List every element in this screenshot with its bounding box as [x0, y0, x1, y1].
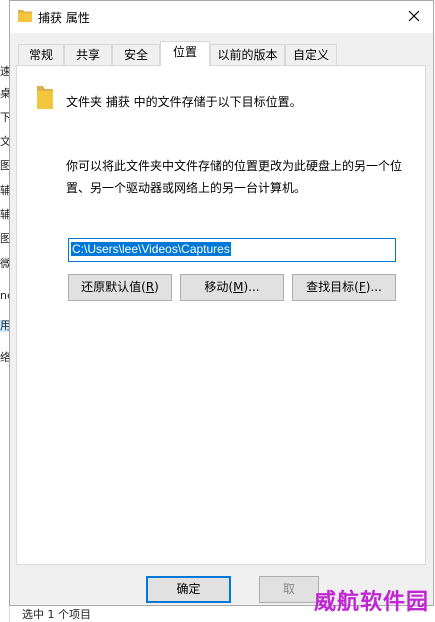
tab-security[interactable]: 安全: [112, 44, 160, 65]
close-icon: [408, 10, 420, 22]
folder-icon: [18, 9, 32, 25]
location-explanation: 你可以将此文件夹中文件存储的位置更改为此硬盘上的另一个位置、另一个驱动器或网络上…: [66, 159, 403, 195]
find-target-label: 查找目标: [306, 280, 355, 294]
folder-icon: [35, 84, 55, 113]
properties-dialog: 捕获 属性 常规 共享 安全 位置 以前的版本 自定义 文件夹 捕获 中的文件存…: [9, 0, 434, 606]
cancel-button[interactable]: 取: [259, 576, 319, 603]
location-path-input[interactable]: C:\Users\lee\Videos\Captures: [68, 238, 396, 262]
tab-location[interactable]: 位置: [160, 41, 210, 66]
move-key: M: [233, 280, 244, 294]
close-button[interactable]: [403, 5, 425, 27]
explorer-status-text: 选中 1 个项目: [22, 608, 91, 621]
restore-default-key: R: [145, 280, 155, 294]
ok-button[interactable]: 确定: [146, 576, 231, 603]
watermark-text: 威航软件园: [313, 589, 429, 615]
move-button[interactable]: 移动(M)...: [180, 274, 284, 301]
tab-strip: 常规 共享 安全 位置 以前的版本 自定义: [16, 41, 426, 66]
folder-location-description: 文件夹 捕获 中的文件存储于以下目标位置。: [66, 95, 302, 109]
restore-default-button[interactable]: 还原默认值(R): [68, 274, 172, 301]
title-bar: 捕获 属性: [10, 1, 433, 33]
location-path-value: C:\Users\lee\Videos\Captures: [71, 242, 231, 256]
tab-general[interactable]: 常规: [18, 44, 64, 65]
tab-customize[interactable]: 自定义: [285, 44, 337, 65]
location-panel: 文件夹 捕获 中的文件存储于以下目标位置。 你可以将此文件夹中文件存储的位置更改…: [16, 65, 426, 565]
tab-sharing[interactable]: 共享: [64, 44, 112, 65]
tab-previous-versions[interactable]: 以前的版本: [210, 44, 285, 65]
restore-default-label: 还原默认值: [81, 280, 142, 294]
move-label: 移动: [204, 280, 229, 294]
find-target-button[interactable]: 查找目标(F)...: [292, 274, 396, 301]
window-title: 捕获 属性: [38, 11, 90, 25]
find-target-key: F: [358, 280, 366, 294]
bg-char-selected: 用: [0, 319, 10, 332]
